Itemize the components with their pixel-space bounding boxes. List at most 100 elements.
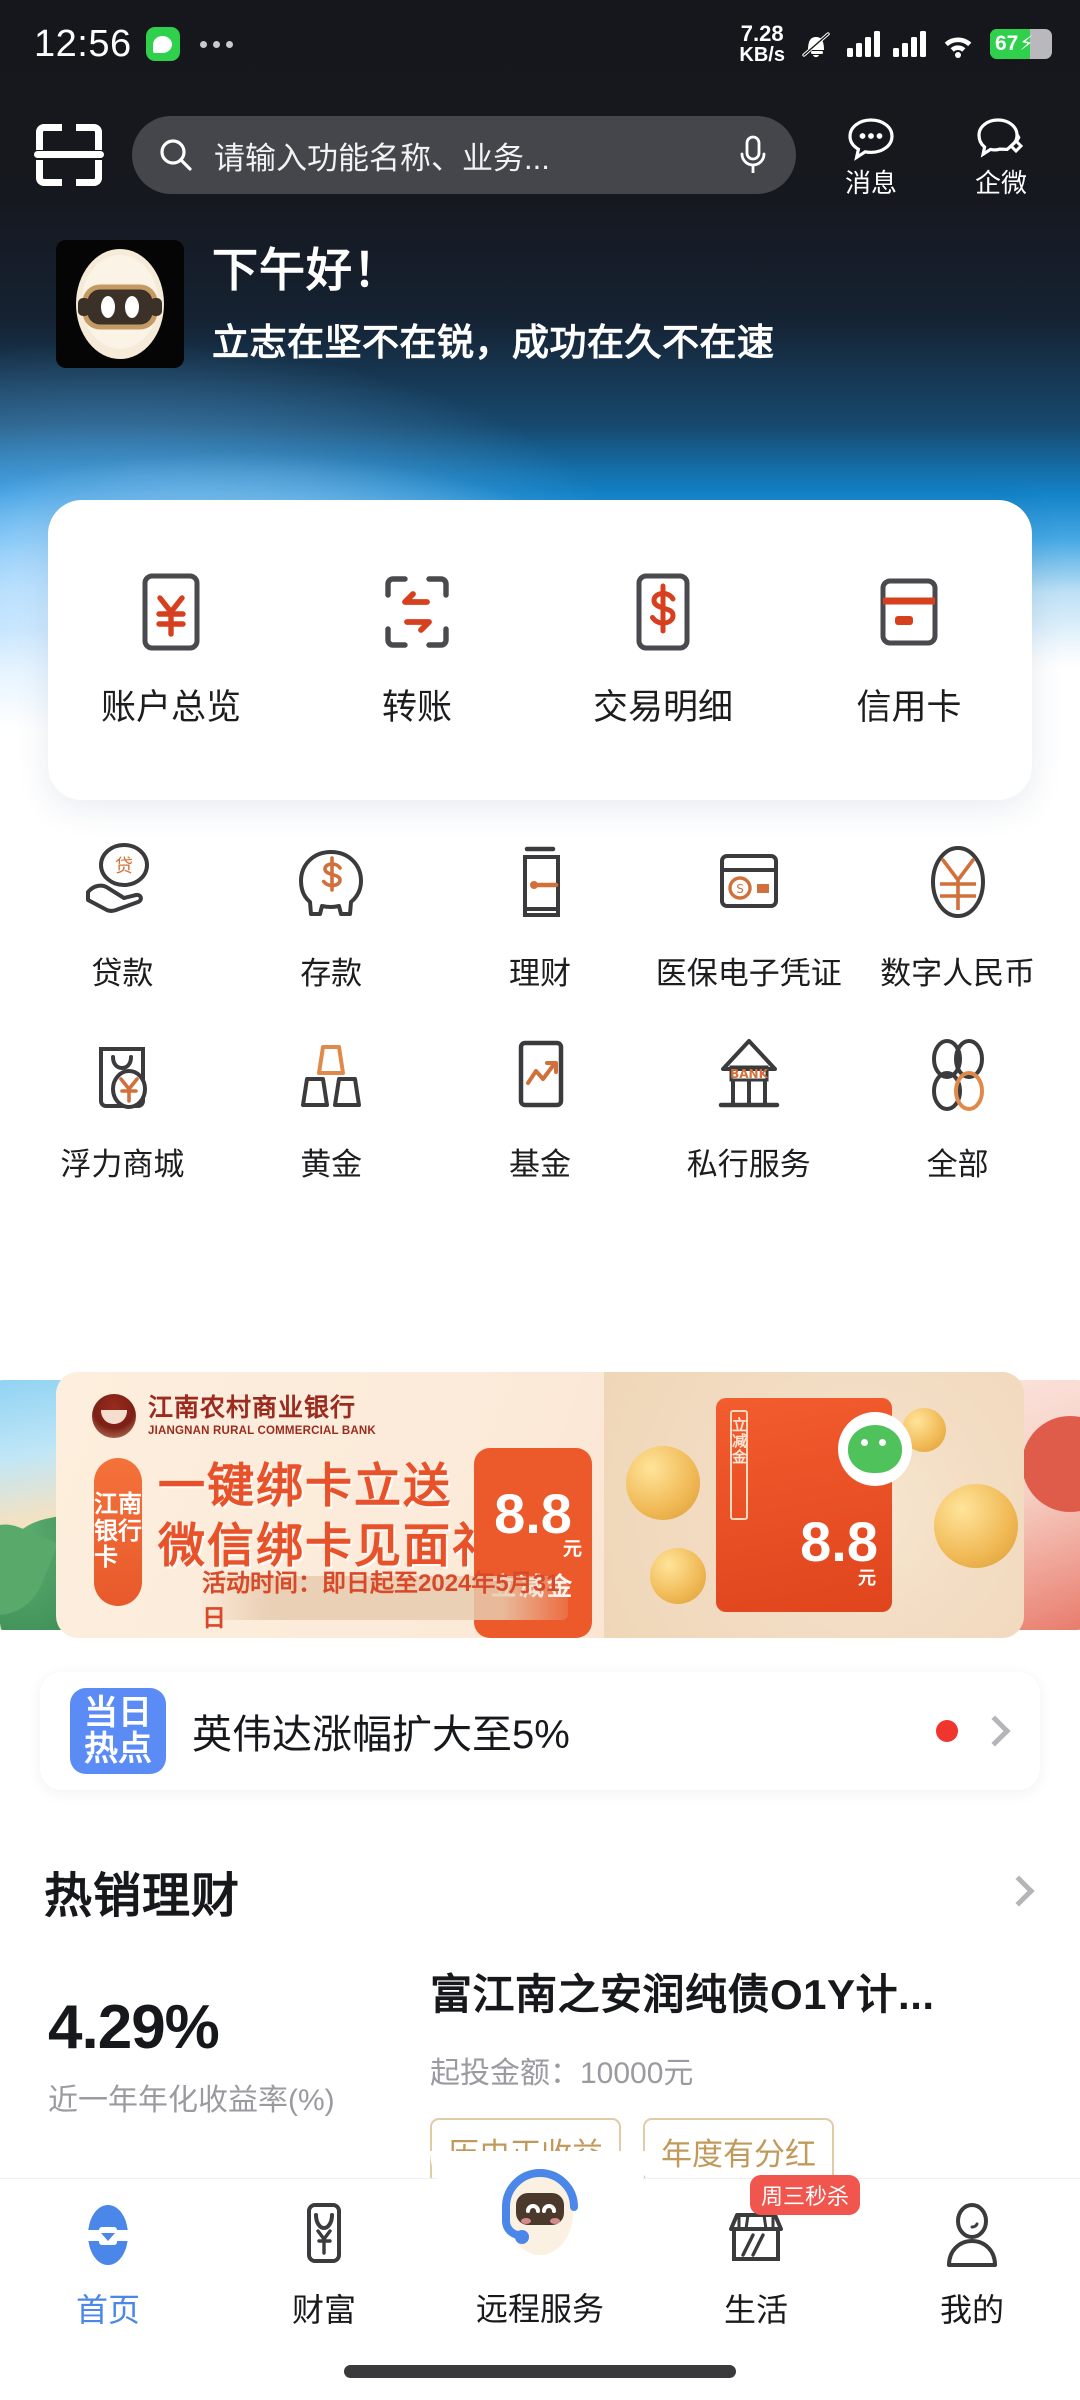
quick-action-transfer[interactable]: 转账 bbox=[294, 571, 540, 730]
nav-item-life[interactable]: 周三秒杀 生活 bbox=[648, 2175, 864, 2331]
message-bubble-icon bbox=[145, 27, 180, 61]
greeting-subtitle: 立志在坚不在锐，成功在久不在速 bbox=[212, 321, 775, 363]
service-item-medical-insurance[interactable]: S 医保电子凭证 bbox=[644, 840, 853, 993]
product-min-invest: 起投金额：10000元 bbox=[430, 2057, 694, 2090]
greeting-text: 下午好！ 立志在坚不在锐，成功在久不在速 bbox=[212, 242, 775, 366]
quick-action-card: 账户总览 转账 交易明细 信用卡 bbox=[48, 500, 1032, 800]
credit-card-icon bbox=[880, 578, 938, 645]
service-item-digital-rmb[interactable]: 数字人民币 bbox=[853, 840, 1062, 993]
service-item-fund[interactable]: 基金 bbox=[436, 1031, 645, 1184]
service-item-private-banking[interactable]: BANK 私行服务 bbox=[644, 1031, 853, 1184]
home-icon bbox=[83, 2205, 133, 2265]
bank-mark-icon bbox=[92, 1394, 136, 1438]
svg-text:BANK: BANK bbox=[730, 1067, 768, 1081]
nav-item-label: 远程服务 bbox=[475, 2291, 604, 2327]
svg-text:S: S bbox=[736, 882, 744, 896]
service-item-wealth[interactable]: 理财 bbox=[436, 840, 645, 993]
nav-item-home[interactable]: 首页 bbox=[0, 2197, 216, 2331]
header-action-messages[interactable]: 消息 bbox=[816, 115, 926, 196]
header-action-label: 消息 bbox=[844, 167, 897, 198]
product-rate-block: 4.29% 近一年年化收益率(%) bbox=[0, 1955, 430, 2119]
network-speed-value: 7.28 bbox=[740, 20, 784, 46]
service-item-gold[interactable]: 黄金 bbox=[227, 1031, 436, 1184]
quick-action-label: 信用卡 bbox=[856, 687, 962, 727]
piggy-bank-icon bbox=[299, 850, 364, 916]
all-clover-icon bbox=[931, 1039, 984, 1111]
banner-amount-unit: 元 bbox=[562, 1539, 582, 1561]
search-placeholder: 请输入功能名称、业务... bbox=[214, 140, 550, 176]
quick-action-label: 转账 bbox=[381, 687, 452, 727]
search-input[interactable]: 请输入功能名称、业务... bbox=[132, 116, 796, 194]
status-bar-right: 7.28 KB/s 67 ⚡ bbox=[739, 20, 1052, 65]
status-badge: 周三秒杀 bbox=[750, 2175, 861, 2215]
service-item-label: 黄金 bbox=[300, 1147, 363, 1182]
service-item-deposit[interactable]: 存款 bbox=[227, 840, 436, 993]
service-item-label: 浮力商城 bbox=[60, 1147, 185, 1182]
svg-text:贷: 贷 bbox=[115, 856, 133, 877]
quick-action-credit-card[interactable]: 信用卡 bbox=[786, 571, 1032, 730]
banner-amount: 8.8 bbox=[494, 1481, 572, 1545]
dollar-card-icon bbox=[636, 573, 690, 650]
app-root: 12:56 7.28 KB/s 67 ⚡ 请输入功能名称、业务... 消息 企微… bbox=[0, 0, 1080, 2400]
banner-promo-card[interactable]: 立减金 8.8 元 江南农村商业银行 JIANGNAN RURAL COMMER… bbox=[56, 1372, 1024, 1638]
app-header: 请输入功能名称、业务... 消息 企微 bbox=[0, 100, 1080, 210]
banner-art-vertical-label: 立减金 bbox=[732, 1417, 748, 1466]
banner-carousel[interactable]: 立减金 8.8 元 江南农村商业银行 JIANGNAN RURAL COMMER… bbox=[0, 1372, 1080, 1640]
chevron-right-icon[interactable] bbox=[979, 1715, 1011, 1747]
wechat-icon bbox=[838, 1412, 912, 1486]
search-icon bbox=[160, 139, 192, 171]
nav-item-profile[interactable]: 我的 bbox=[864, 2197, 1080, 2331]
product-rate-label: 近一年年化收益率(%) bbox=[48, 2084, 335, 2117]
service-item-label: 数字人民币 bbox=[880, 956, 1036, 991]
news-live-dot bbox=[936, 1720, 958, 1742]
news-badge: 当日热点 bbox=[70, 1688, 166, 1774]
scan-qr-icon[interactable] bbox=[32, 118, 106, 192]
banner-headline: 一键绑卡立送 微信绑卡见面礼 bbox=[158, 1456, 501, 1576]
banner-artwork: 立减金 8.8 元 bbox=[604, 1372, 1024, 1638]
home-indicator bbox=[344, 2365, 736, 2378]
status-bar: 12:56 7.28 KB/s 67 ⚡ bbox=[0, 0, 1080, 88]
signal-bars-icon bbox=[847, 30, 880, 57]
quick-action-account-overview[interactable]: 账户总览 bbox=[48, 571, 294, 730]
transfer-scan-icon bbox=[385, 575, 449, 648]
yuan-card-icon bbox=[142, 573, 200, 650]
battery-indicator: 67 ⚡ bbox=[990, 28, 1052, 59]
gold-bars-icon bbox=[301, 1045, 362, 1107]
header-action-label: 企微 bbox=[974, 167, 1027, 198]
bank-name-en: JIANGNAN RURAL COMMERCIAL BANK bbox=[148, 1424, 376, 1437]
chevron-right-icon[interactable] bbox=[1003, 1875, 1035, 1907]
news-headline[interactable]: 英伟达涨幅扩大至5% bbox=[192, 1702, 910, 1760]
header-action-wecom[interactable]: 企微 bbox=[946, 115, 1056, 196]
quick-action-label: 账户总览 bbox=[100, 687, 241, 727]
nav-item-wealth[interactable]: 财富 bbox=[216, 2197, 432, 2331]
nav-item-label: 首页 bbox=[75, 2292, 140, 2328]
service-item-loan[interactable]: 贷 贷款 bbox=[18, 840, 227, 993]
service-item-label: 私行服务 bbox=[686, 1147, 811, 1182]
nav-item-remote-service[interactable]: 远程服务 bbox=[432, 2169, 648, 2330]
loan-hand-icon: 贷 bbox=[86, 843, 150, 913]
bank-name-cn: 江南农村商业银行 bbox=[148, 1394, 357, 1423]
medical-insurance-card-icon: S bbox=[719, 854, 778, 908]
banner-headline-line1: 一键绑卡立送 bbox=[158, 1459, 452, 1512]
chat-bubble-icon bbox=[848, 117, 894, 161]
service-grid: 贷 贷款 存款 理财 S 医保电子凭证 数字人民币 浮力商城 黄金 基金 BAN… bbox=[0, 840, 1080, 1222]
digital-rmb-icon bbox=[930, 846, 985, 918]
quick-action-transactions[interactable]: 交易明细 bbox=[540, 571, 786, 730]
status-time: 12:56 bbox=[34, 22, 132, 65]
shopping-bag-yuan-icon bbox=[99, 1047, 148, 1109]
news-ticker[interactable]: 当日热点 英伟达涨幅扩大至5% bbox=[40, 1672, 1040, 1790]
service-item-label: 存款 bbox=[300, 956, 363, 991]
remote-service-robot-icon bbox=[484, 2155, 596, 2272]
product-rate: 4.29% bbox=[48, 1993, 220, 2062]
bell-muted-icon bbox=[802, 32, 830, 58]
robot-avatar[interactable] bbox=[56, 240, 184, 368]
microphone-icon[interactable] bbox=[736, 132, 770, 178]
wealth-section-header: 热销理财 bbox=[40, 1846, 1040, 1936]
signal-bars-icon bbox=[893, 30, 926, 57]
service-item-mall[interactable]: 浮力商城 bbox=[18, 1031, 227, 1184]
service-item-label: 理财 bbox=[508, 956, 571, 991]
service-item-all[interactable]: 全部 bbox=[853, 1031, 1062, 1184]
service-grid-row: 浮力商城 黄金 基金 BANK 私行服务 全部 bbox=[0, 1031, 1080, 1184]
wealth-door-icon bbox=[522, 846, 560, 917]
greeting-title: 下午好！ bbox=[212, 244, 400, 297]
